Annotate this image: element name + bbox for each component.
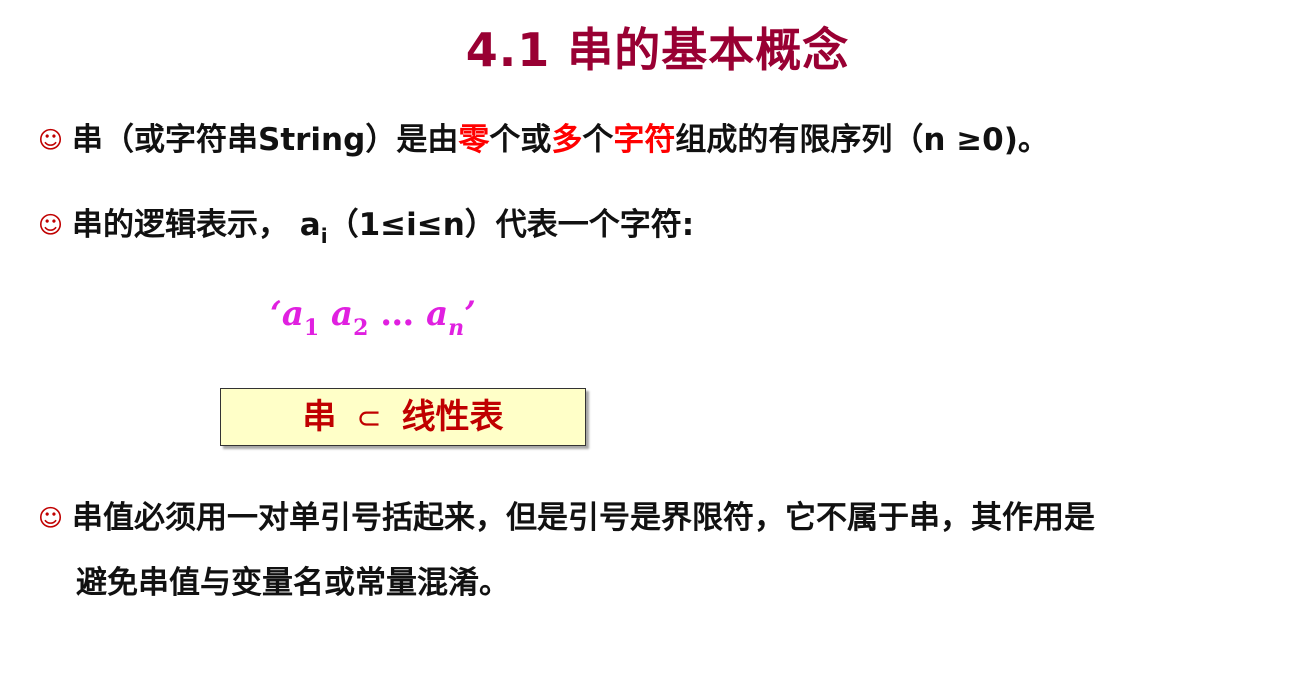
subset-relation-box: 串 ⊂ 线性表 <box>220 388 586 446</box>
formula-open-quote: ‘ <box>270 294 282 334</box>
formula-sub-1: 1 <box>303 315 320 341</box>
formula-an: a <box>426 294 449 334</box>
highlight-character: 字符 <box>613 122 676 158</box>
logic-text-2: （1≤i≤n）代表一个字符: <box>327 207 695 243</box>
definition-text-2: 个或 <box>489 122 552 158</box>
subset-operator: ⊂ <box>356 401 382 436</box>
smiley-bullet-icon: ☺ <box>38 210 64 239</box>
subset-right: 线性表 <box>401 397 504 437</box>
page-title: 4.1 串的基本概念 <box>465 23 850 77</box>
formula-a2: a <box>331 294 354 334</box>
highlight-many: 多 <box>551 122 583 158</box>
subset-left: 串 <box>302 397 337 437</box>
string-formula: ‘a1 a2 … an’ <box>270 294 476 341</box>
bullet-item-logic: ☺ 串的逻辑表示， ai（1≤i≤n）代表一个字符: <box>38 205 694 248</box>
definition-text-4: 组成的有限序列（n ≥0)。 <box>675 122 1049 158</box>
quotes-text-line2: 避免串值与变量名或常量混淆。 <box>76 565 510 601</box>
smiley-bullet-icon: ☺ <box>38 125 64 154</box>
formula-sub-2: 2 <box>353 315 369 341</box>
formula-close-quote: ’ <box>464 294 476 334</box>
formula-sub-n: n <box>448 315 465 341</box>
logic-subscript: i <box>320 224 328 248</box>
smiley-bullet-icon: ☺ <box>38 503 64 532</box>
bullet-item-quotes: ☺ 串值必须用一对单引号括起来，但是引号是界限符，它不属于串，其作用是 <box>38 498 1095 540</box>
highlight-zero: 零 <box>458 122 490 158</box>
definition-text-3: 个 <box>582 122 614 158</box>
bullet-item-definition: ☺ 串（或字符串String）是由零个或多个字符组成的有限序列（n ≥0)。 <box>38 120 1049 162</box>
formula-dots: … <box>380 294 415 334</box>
quotes-text-line1: 串值必须用一对单引号括起来，但是引号是界限符，它不属于串，其作用是 <box>72 500 1095 536</box>
formula-a1: a <box>281 294 304 334</box>
definition-text-1: 串（或字符串String）是由 <box>72 122 459 158</box>
logic-text-1: 串的逻辑表示， a <box>72 207 321 243</box>
